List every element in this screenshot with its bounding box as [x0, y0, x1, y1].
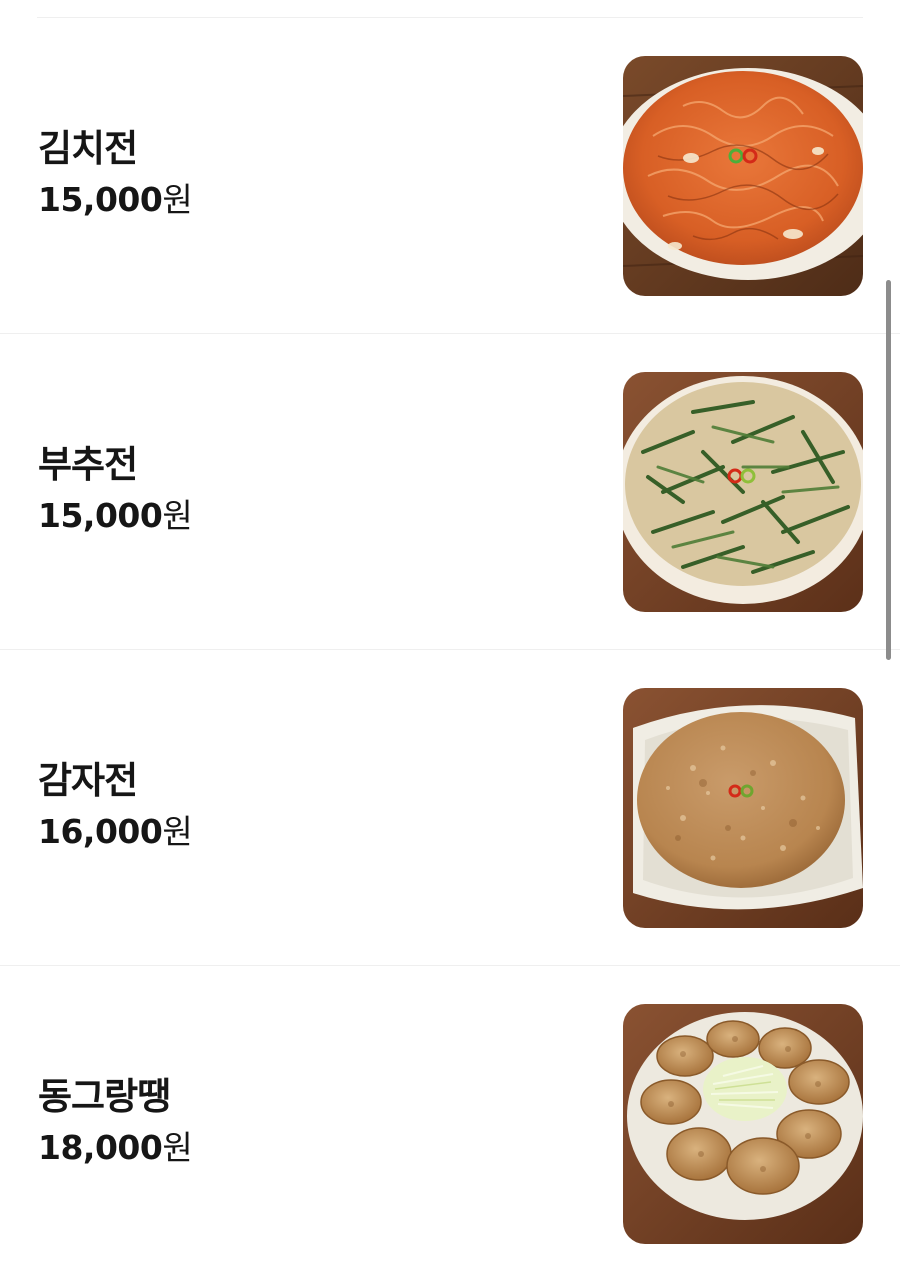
kimchi-pancake-image	[623, 56, 863, 296]
meat-patty-image	[623, 1004, 863, 1244]
menu-item-text: 감자전 16,000원	[38, 758, 193, 853]
menu-item[interactable]: 부추전 15,000원	[0, 334, 900, 650]
price-value: 15,000	[38, 180, 163, 219]
menu-item-photo[interactable]	[623, 56, 863, 296]
menu-item-name: 김치전	[38, 127, 138, 170]
menu-item[interactable]: 동그랑땡 18,000원	[0, 966, 900, 1282]
menu-item-text: 부추전 15,000원	[38, 442, 193, 537]
menu-item-name: 부추전	[38, 443, 138, 486]
menu-item[interactable]: 김치전 15,000원	[0, 18, 900, 334]
menu-item[interactable]: 감자전 16,000원	[0, 650, 900, 966]
price-value: 15,000	[38, 496, 163, 535]
menu-item-photo[interactable]	[623, 1004, 863, 1244]
menu-item-text: 동그랑땡 18,000원	[38, 1074, 193, 1169]
price-currency: 원	[162, 496, 193, 535]
menu-item-text: 김치전 15,000원	[38, 126, 193, 221]
price-value: 16,000	[38, 812, 163, 851]
price-value: 18,000	[38, 1128, 163, 1167]
menu-item-photo[interactable]	[623, 372, 863, 612]
menu-item-price: 15,000원	[38, 495, 193, 537]
menu-list: 김치전 15,000원 부추전 15,000원 감자전 16,000원 동그랑땡…	[0, 18, 900, 1282]
menu-item-price: 15,000원	[38, 179, 193, 221]
price-currency: 원	[162, 812, 193, 851]
menu-item-price: 18,000원	[38, 1127, 193, 1169]
menu-item-name: 감자전	[38, 759, 138, 802]
scrollbar[interactable]	[886, 280, 891, 660]
menu-item-price: 16,000원	[38, 811, 193, 853]
price-currency: 원	[162, 1128, 193, 1167]
menu-item-name: 동그랑땡	[38, 1075, 171, 1118]
price-currency: 원	[162, 180, 193, 219]
menu-item-photo[interactable]	[623, 688, 863, 928]
chive-pancake-image	[623, 372, 863, 612]
potato-pancake-image	[623, 688, 863, 928]
